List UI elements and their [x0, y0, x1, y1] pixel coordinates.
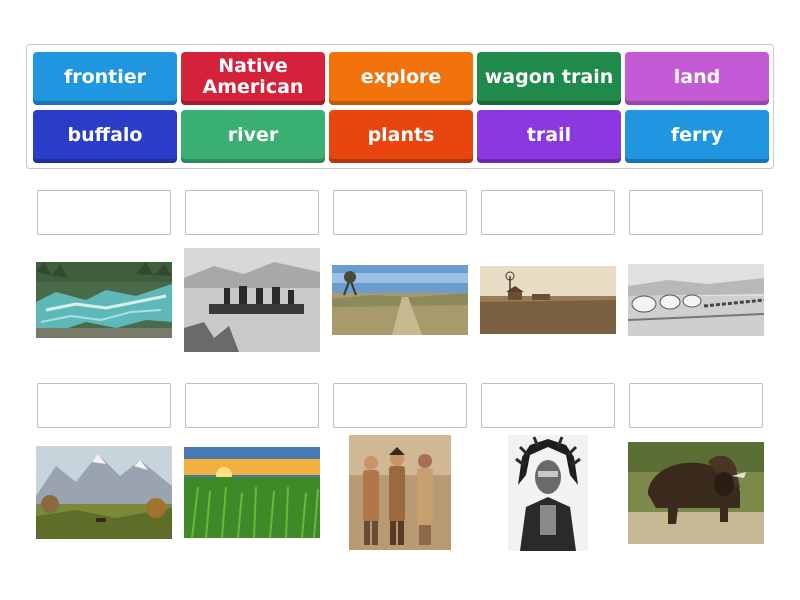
- tile-land[interactable]: land: [625, 52, 769, 105]
- explore-image: [349, 435, 451, 550]
- drop-slot-1[interactable]: [37, 190, 171, 235]
- tile-plants[interactable]: plants: [329, 110, 473, 163]
- drop-slot-7[interactable]: [185, 383, 319, 428]
- tile-wagon-train[interactable]: wagon train: [477, 52, 621, 105]
- tile-ferry[interactable]: ferry: [625, 110, 769, 163]
- river-image: [36, 262, 172, 338]
- ferry-image: [184, 248, 320, 352]
- plants-image: [184, 447, 320, 538]
- drop-slot-8[interactable]: [333, 383, 467, 428]
- tile-frontier[interactable]: frontier: [33, 52, 177, 105]
- native-american-image: [508, 435, 588, 551]
- drop-slot-6[interactable]: [37, 383, 171, 428]
- tile-river[interactable]: river: [181, 110, 325, 163]
- tile-buffalo[interactable]: buffalo: [33, 110, 177, 163]
- tile-trail[interactable]: trail: [477, 110, 621, 163]
- drop-slot-3[interactable]: [333, 190, 467, 235]
- wagon-train-image: [628, 264, 764, 336]
- tile-explore[interactable]: explore: [329, 52, 473, 105]
- drop-slot-9[interactable]: [481, 383, 615, 428]
- buffalo-image: [628, 442, 764, 544]
- tile-native-american[interactable]: Native American: [181, 52, 325, 105]
- drop-slot-5[interactable]: [629, 190, 763, 235]
- drop-slot-2[interactable]: [185, 190, 319, 235]
- land-image: [36, 446, 172, 539]
- frontier-image: [480, 266, 616, 334]
- trail-image: [332, 265, 468, 335]
- word-bank: frontier Native American explore wagon t…: [26, 44, 774, 169]
- drop-slot-10[interactable]: [629, 383, 763, 428]
- drop-slot-4[interactable]: [481, 190, 615, 235]
